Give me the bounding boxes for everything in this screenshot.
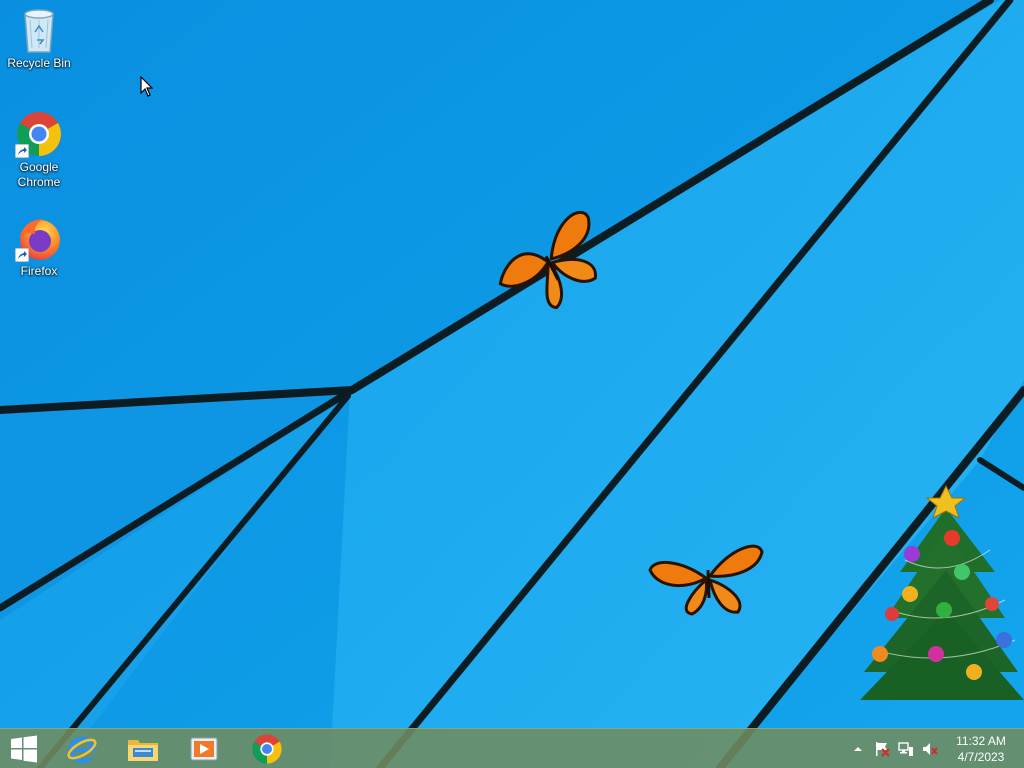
desktop-icon-label: Google Chrome [17,160,61,189]
media-player-icon [190,737,218,761]
action-center-flag-icon[interactable] [874,741,890,757]
clock-time: 11:32 AM [956,734,1006,748]
chrome-icon [15,110,63,158]
taskbar: 11:32 AM 4/7/2023 [0,728,1024,768]
shortcut-arrow-icon [15,248,29,262]
show-hidden-icons-icon[interactable] [850,741,866,757]
desktop-icon-firefox[interactable]: Firefox [1,214,77,279]
volume-muted-icon[interactable] [922,741,938,757]
internet-explorer-icon [67,736,97,764]
desktop[interactable]: Recycle Bin Google Chrome Firefox 11:32 … [0,0,1024,768]
recycle-bin-icon [15,6,63,54]
wallpaper [0,0,1024,768]
firefox-icon [15,214,63,262]
mouse-cursor-icon [140,76,154,97]
file-explorer-icon [128,740,158,761]
taskbar-google-chrome[interactable] [237,729,297,768]
start-button[interactable] [0,729,48,768]
chrome-icon [252,734,282,764]
shortcut-arrow-icon [15,144,29,158]
desktop-icon-recycle-bin[interactable]: Recycle Bin [1,6,77,71]
taskbar-internet-explorer[interactable] [52,729,112,768]
windows-logo-icon [11,735,37,763]
taskbar-file-explorer[interactable] [113,729,173,768]
clock[interactable]: 11:32 AM 4/7/2023 [942,733,1020,765]
desktop-icon-label: Firefox [20,264,58,278]
network-icon[interactable] [898,741,914,757]
clock-date: 4/7/2023 [957,750,1005,764]
taskbar-media-player[interactable] [174,729,234,768]
desktop-icon-label: Recycle Bin [7,56,71,70]
desktop-icon-google-chrome[interactable]: Google Chrome [1,110,77,190]
